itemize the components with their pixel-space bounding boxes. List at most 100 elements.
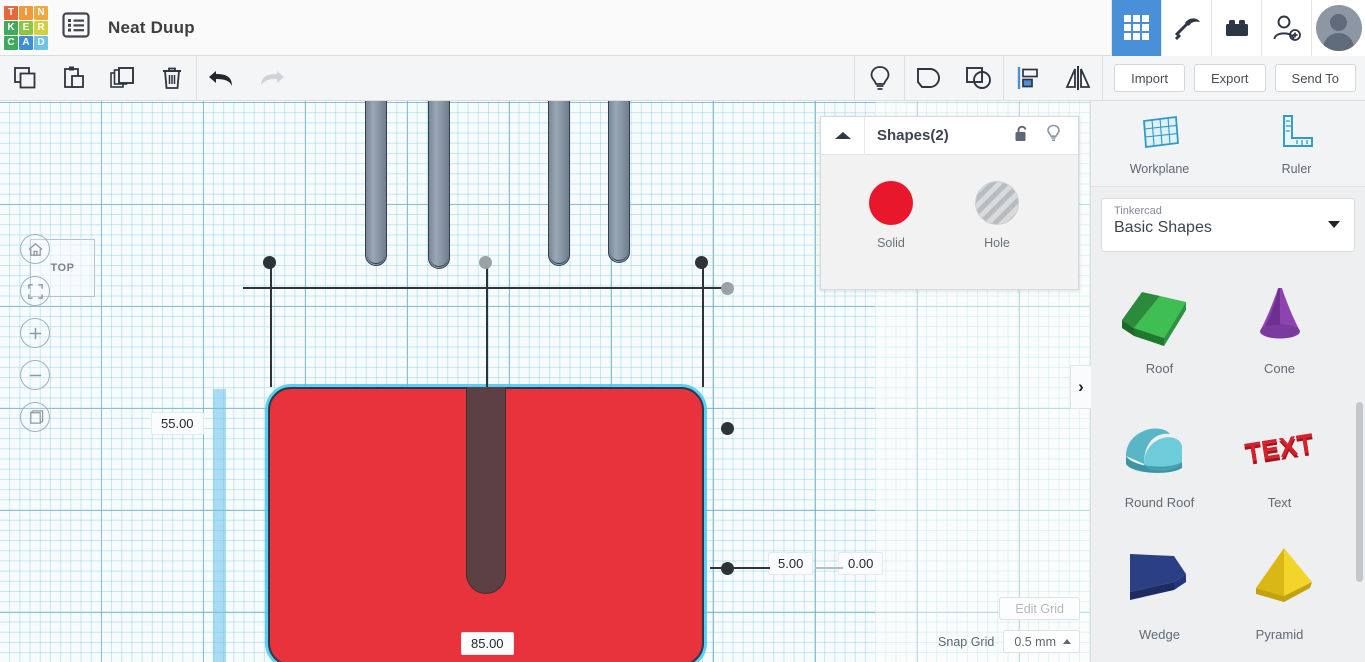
logo-tile-6: C [4, 35, 18, 50]
round-roof-shape-icon [1125, 428, 1182, 473]
offset-leader-line [710, 567, 770, 569]
add-person-icon[interactable] [1261, 0, 1311, 56]
height-dimension-value[interactable]: 55.00 [151, 412, 204, 435]
shape-tile-text[interactable]: TEXT TEXT Text [1211, 406, 1348, 510]
handle-leader-line [702, 263, 704, 387]
toolbar-right-group: Import Export Send To [854, 56, 1365, 100]
shape-label-cone: Cone [1263, 361, 1296, 376]
shape-tile-wedge[interactable]: Wedge [1091, 538, 1228, 642]
view-cube-label: TOP [50, 262, 75, 274]
zoom-out-icon[interactable] [20, 360, 50, 390]
peg-cylinder[interactable] [548, 101, 570, 266]
shape-tile-roof[interactable]: Roof [1091, 288, 1228, 376]
shapes-library-panel: › Workplane Ruler Tinkercad Basic Shapes… [1070, 101, 1365, 662]
grid-apps-glyph [1124, 15, 1149, 40]
width-dimension-value[interactable]: 85.00 [461, 632, 514, 655]
tinkercad-app: T I N K E R C A D Neat Duup Import Expor… [0, 0, 1365, 662]
shape-gallery[interactable]: Roof Cone Round Roof TEXT TEXT Text Wedg… [1091, 288, 1365, 662]
group-shapes-icon[interactable] [905, 56, 954, 100]
delete-trash-icon[interactable] [147, 56, 196, 100]
tinkercad-logo[interactable]: T I N K E R C A D [3, 4, 49, 51]
logo-tile-0: T [4, 5, 18, 20]
corner-handle[interactable] [721, 562, 734, 575]
offset-leader-line [815, 567, 843, 569]
chevron-down-icon [1328, 221, 1340, 228]
edit-grid-button[interactable]: Edit Grid [999, 597, 1080, 620]
corner-handle[interactable] [695, 256, 708, 269]
peg-cylinder[interactable] [365, 101, 387, 266]
zoom-in-icon[interactable] [20, 318, 50, 348]
ruler-icon [1277, 112, 1317, 157]
align-icon[interactable] [1004, 56, 1053, 100]
handle-leader-line [486, 263, 488, 387]
cone-shape-icon [1259, 288, 1300, 339]
home-view-icon[interactable] [20, 234, 50, 264]
workplane-tool[interactable]: Workplane [1091, 101, 1228, 186]
shape-tile-cone[interactable]: Cone [1211, 288, 1348, 376]
hole-option[interactable]: Hole [975, 181, 1019, 250]
shape-library-select[interactable]: Tinkercad Basic Shapes [1101, 198, 1355, 252]
user-avatar[interactable] [1311, 0, 1365, 56]
panel-collapse-tab[interactable]: › [1070, 365, 1091, 409]
ungroup-shapes-icon[interactable] [954, 56, 1003, 100]
slot-hole-shape[interactable] [466, 387, 506, 594]
grid-apps-icon[interactable] [1111, 0, 1161, 56]
text-shape-icon: TEXT TEXT [1242, 428, 1316, 471]
list-menu-icon[interactable] [62, 12, 90, 43]
pyramid-shape-icon [1255, 548, 1312, 602]
library-name: Basic Shapes [1114, 219, 1212, 236]
shapes-popup-header: Shapes(2) [821, 116, 1078, 155]
duplicate-icon[interactable] [98, 56, 147, 100]
solid-swatch [869, 181, 913, 225]
copy-icon[interactable] [0, 56, 49, 100]
paste-icon[interactable] [49, 56, 98, 100]
mirror-flip-icon[interactable] [1053, 56, 1102, 100]
solid-option[interactable]: Solid [869, 181, 913, 250]
shape-tile-pyramid[interactable]: Pyramid [1211, 538, 1348, 642]
redo-arrow-icon[interactable] [246, 56, 295, 100]
top-bar: T I N K E R C A D Neat Duup [0, 0, 1365, 56]
rotate-handle[interactable] [479, 256, 492, 269]
shape-label-round-roof: Round Roof [1124, 495, 1195, 510]
svg-text:TEXT: TEXT [1242, 428, 1315, 469]
offset-a-value[interactable]: 5.00 [768, 552, 814, 575]
import-button[interactable]: Import [1114, 64, 1185, 92]
undo-arrow-icon[interactable] [197, 56, 246, 100]
logo-tile-7: A [19, 35, 33, 50]
unlock-icon[interactable] [1014, 124, 1031, 148]
file-actions: Import Export Send To [1114, 64, 1365, 92]
hole-swatch [975, 181, 1019, 225]
lego-brick-icon[interactable] [1211, 0, 1261, 56]
panel-tool-row: Workplane Ruler [1091, 101, 1365, 187]
ruler-label: Ruler [1281, 161, 1312, 176]
height-dimension-bar[interactable] [213, 389, 226, 662]
roof-shape-icon [1121, 292, 1186, 346]
document-title[interactable]: Neat Duup [108, 18, 195, 38]
send-to-button[interactable]: Send To [1274, 64, 1356, 92]
workplane-canvas[interactable]: TOP 55.00 85.00 5.00 0.00 Shapes(2) Soli… [0, 101, 1090, 662]
lightbulb-icon[interactable] [1045, 124, 1062, 148]
ruler-tool[interactable]: Ruler [1228, 101, 1365, 186]
pickaxe-minecraft-icon[interactable] [1161, 0, 1211, 56]
logo-tile-4: E [19, 20, 33, 35]
fit-to-view-icon[interactable] [20, 276, 50, 306]
top-bar-right-actions [1111, 0, 1365, 56]
snap-grid-label: Snap Grid [938, 634, 995, 649]
collapse-up-arrow-icon[interactable] [821, 116, 865, 155]
rotate-handle[interactable] [721, 282, 734, 295]
gallery-scrollbar[interactable] [1356, 402, 1363, 582]
handle-leader-line [270, 263, 272, 387]
lightbulb-notes-icon[interactable] [855, 56, 904, 100]
offset-b-value[interactable]: 0.00 [838, 552, 884, 575]
corner-handle[interactable] [263, 256, 276, 269]
chevron-up-icon [1063, 639, 1071, 644]
perspective-toggle-icon[interactable] [20, 402, 50, 432]
logo-tile-1: I [19, 5, 33, 20]
peg-cylinder[interactable] [428, 101, 450, 269]
handle-leader-line [243, 287, 728, 289]
side-handle[interactable] [721, 422, 734, 435]
export-button[interactable]: Export [1193, 64, 1266, 92]
snap-grid-select[interactable]: 0.5 mm [1003, 630, 1080, 653]
shape-tile-round-roof[interactable]: Round Roof [1091, 406, 1228, 510]
peg-cylinder[interactable] [608, 101, 630, 263]
